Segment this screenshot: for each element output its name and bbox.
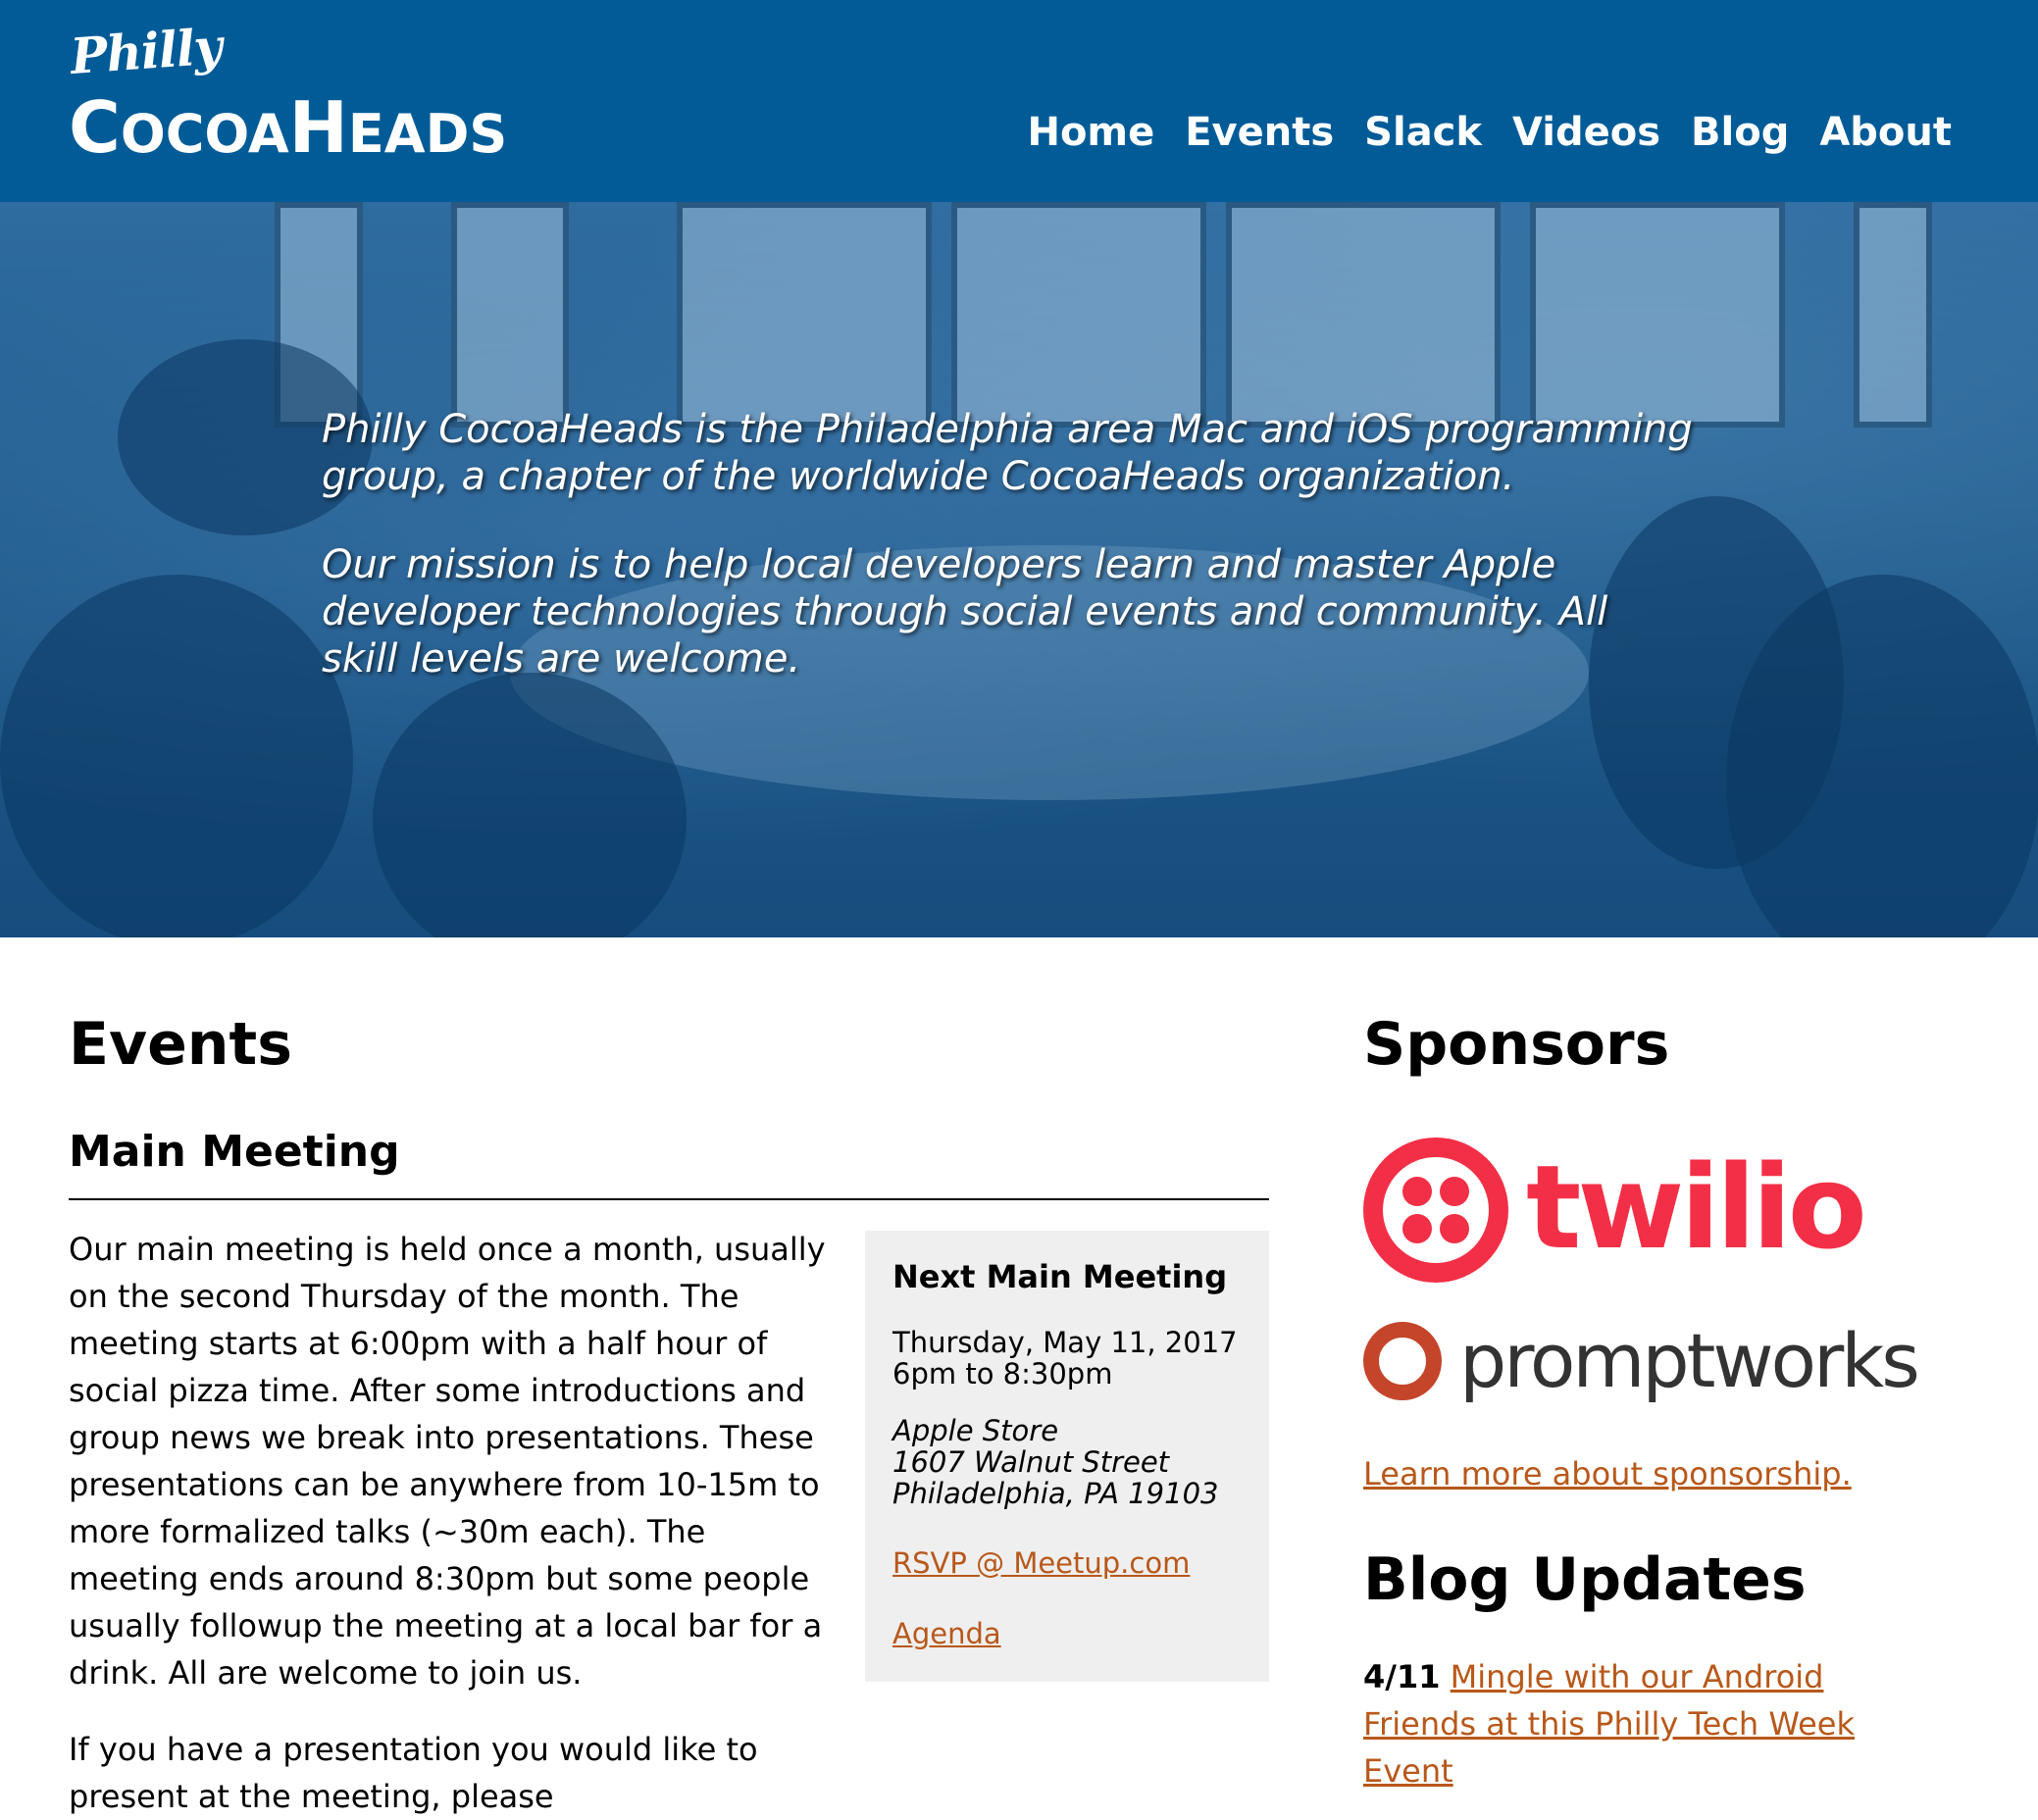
promptworks-wordmark: promptworks (1459, 1317, 1920, 1404)
twilio-icon (1363, 1138, 1508, 1283)
main-meeting-body: Our main meeting is held once a month, u… (69, 1231, 826, 1692)
main-meeting-description: Our main meeting is held once a month, u… (69, 1226, 834, 1820)
rsvp-link[interactable]: RSVP @ Meetup.com (892, 1546, 1242, 1580)
logo-letter-h: H (288, 86, 348, 169)
main-meeting-title: Main Meeting (69, 1118, 1269, 1200)
promptworks-sponsor-logo[interactable]: promptworks (1363, 1314, 1952, 1412)
nav-blog[interactable]: Blog (1691, 110, 1789, 155)
gear-icon (1363, 1322, 1442, 1400)
hero-text: Philly CocoaHeads is the Philadelphia ar… (322, 406, 1695, 724)
logo-main-text: COCOAHEADS (69, 86, 507, 169)
site-logo[interactable]: Philly COCOAHEADS (69, 17, 579, 169)
nav-about[interactable]: About (1819, 110, 1952, 155)
site-header: Philly COCOAHEADS Home Events Slack Vide… (0, 0, 2038, 202)
next-meeting-venue: Apple Store (892, 1414, 1059, 1447)
events-title: Events (69, 1010, 292, 1079)
nav-home[interactable]: Home (1027, 110, 1154, 155)
twilio-sponsor-logo[interactable]: twilio (1363, 1138, 1952, 1285)
sponsorship-link[interactable]: Learn more about sponsorship. (1363, 1455, 1952, 1492)
hero-mission-text: Our mission is to help local developers … (322, 542, 1608, 682)
nav-events[interactable]: Events (1185, 110, 1334, 155)
sidebar: Sponsors twilio promptworks Learn more a… (1363, 990, 1952, 1795)
blog-item: 4/11 Mingle with our Android Friends at … (1363, 1653, 1912, 1795)
hero-banner: Philly CocoaHeads is the Philadelphia ar… (0, 202, 2038, 937)
hero-intro-text: Philly CocoaHeads is the Philadelphia ar… (322, 407, 1693, 499)
blog-updates-title: Blog Updates (1363, 1545, 1807, 1614)
next-meeting-title: Next Main Meeting (892, 1258, 1228, 1295)
presentation-paragraph: If you have a presentation you would lik… (69, 1731, 758, 1815)
logo-text-eads: EADS (347, 103, 508, 165)
logo-letter-c: C (69, 86, 121, 169)
nav-slack[interactable]: Slack (1364, 110, 1482, 155)
logo-text-ocoa: OCOA (120, 103, 289, 165)
main-nav: Home Events Slack Videos Blog About (1027, 110, 1952, 155)
sponsors-title: Sponsors (1363, 1010, 1670, 1079)
blog-item-date: 4/11 (1363, 1658, 1441, 1695)
next-meeting-time: 6pm to 8:30pm (892, 1357, 1113, 1390)
next-meeting-date: Thursday, May 11, 2017 (892, 1326, 1238, 1359)
agenda-link[interactable]: Agenda (892, 1617, 1242, 1650)
logo-script-text: Philly (68, 17, 224, 86)
next-meeting-box: Next Main Meeting Thursday, May 11, 2017… (865, 1231, 1269, 1682)
next-meeting-city: Philadelphia, PA 19103 (892, 1477, 1219, 1510)
next-meeting-street: 1607 Walnut Street (892, 1445, 1170, 1479)
twilio-wordmark: twilio (1526, 1139, 1867, 1275)
events-section: Events Main Meeting Our main meeting is … (69, 990, 1269, 1815)
nav-videos[interactable]: Videos (1512, 110, 1660, 155)
